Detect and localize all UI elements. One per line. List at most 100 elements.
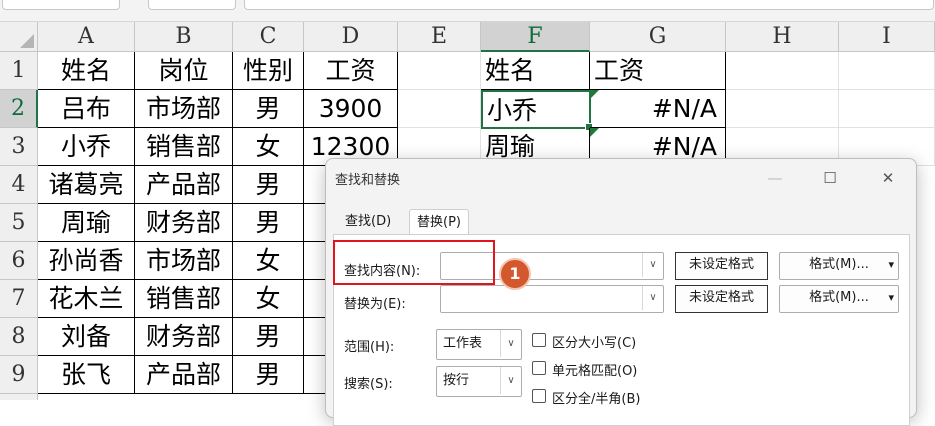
- row-header-1[interactable]: 1: [0, 52, 38, 90]
- cell-a2[interactable]: 吕布: [38, 90, 135, 128]
- cell-d1[interactable]: 工资: [304, 52, 398, 90]
- cell-c2[interactable]: 男: [233, 90, 304, 128]
- find-no-format-button[interactable]: 未设定格式: [675, 252, 768, 280]
- cell-h1[interactable]: [726, 52, 839, 90]
- column-header-b[interactable]: B: [135, 22, 233, 52]
- cell-c5[interactable]: 男: [233, 204, 304, 242]
- cell-a3[interactable]: 小乔: [38, 128, 135, 166]
- row-header-2[interactable]: 2: [0, 90, 38, 128]
- match-cell-label: 单元格匹配(O): [552, 364, 638, 379]
- chevron-down-icon[interactable]: ∨: [500, 330, 521, 357]
- row-header-8[interactable]: 8: [0, 318, 38, 356]
- formula-bar-strip: [0, 0, 935, 22]
- scope-value: 工作表: [443, 336, 483, 351]
- cell-c6[interactable]: 女: [233, 242, 304, 280]
- cell-b8[interactable]: 财务部: [135, 318, 233, 356]
- tab-replace[interactable]: 替换(P): [409, 209, 469, 236]
- tab-find[interactable]: 查找(D): [338, 209, 398, 235]
- cell-c3[interactable]: 女: [233, 128, 304, 166]
- cell-g3-text: #N/A: [651, 132, 717, 161]
- replace-format-button[interactable]: 格式(M)... ▾: [779, 285, 899, 313]
- replace-label: 替换为(E):: [344, 297, 406, 312]
- row-header-4[interactable]: 4: [0, 166, 38, 204]
- cell-a5[interactable]: 周瑜: [38, 204, 135, 242]
- cell-b1[interactable]: 岗位: [135, 52, 233, 90]
- cell-b6[interactable]: 市场部: [135, 242, 233, 280]
- cell-g2-text: #N/A: [651, 94, 717, 123]
- close-icon[interactable]: ✕: [873, 163, 903, 193]
- cell-e1[interactable]: [398, 52, 481, 90]
- name-box[interactable]: [2, 0, 120, 10]
- cell-f2-active[interactable]: 小乔: [481, 90, 593, 131]
- row-header-3[interactable]: 3: [0, 128, 38, 166]
- match-case-checkbox[interactable]: [532, 333, 546, 347]
- chevron-down-icon[interactable]: ∨: [642, 286, 663, 310]
- cell-i2[interactable]: [839, 90, 935, 128]
- cell-b5[interactable]: 财务部: [135, 204, 233, 242]
- error-indicator-icon[interactable]: [590, 90, 599, 99]
- select-all-corner[interactable]: [0, 22, 38, 52]
- cell-a6[interactable]: 孙尚香: [38, 242, 135, 280]
- find-replace-dialog: 查找和替换 — ☐ ✕ 查找(D) 替换(P) 查找内容(N): ∨ 未设定格式…: [325, 158, 917, 426]
- formula-input[interactable]: [244, 0, 934, 10]
- cell-f1[interactable]: 姓名: [481, 52, 590, 90]
- row-header-10[interactable]: [0, 394, 38, 400]
- cell-a7[interactable]: 花木兰: [38, 280, 135, 318]
- row-header-7[interactable]: 7: [0, 280, 38, 318]
- cell-c7[interactable]: 女: [233, 280, 304, 318]
- formula-controls[interactable]: [148, 0, 236, 10]
- replace-format-label: 格式(M)...: [809, 290, 869, 305]
- step-badge: 1: [499, 258, 531, 290]
- column-header-f[interactable]: F: [481, 22, 590, 52]
- chevron-down-icon: ▾: [888, 258, 894, 271]
- cell-a8[interactable]: 刘备: [38, 318, 135, 356]
- column-header-a[interactable]: A: [38, 22, 135, 52]
- chevron-down-icon[interactable]: ∨: [642, 253, 663, 277]
- cell-b7[interactable]: 销售部: [135, 280, 233, 318]
- replace-no-format-button[interactable]: 未设定格式: [675, 285, 768, 313]
- cell-c1[interactable]: 性别: [233, 52, 304, 90]
- cell-b9[interactable]: 产品部: [135, 356, 233, 394]
- cell-b3[interactable]: 销售部: [135, 128, 233, 166]
- cell-d2[interactable]: 3900: [304, 90, 398, 128]
- column-header-g[interactable]: G: [590, 22, 726, 52]
- minimize-icon[interactable]: —: [760, 163, 790, 193]
- search-label: 搜索(S):: [344, 377, 393, 392]
- cell-a9[interactable]: 张飞: [38, 356, 135, 394]
- column-header-e[interactable]: E: [398, 22, 481, 52]
- scope-label: 范围(H):: [344, 340, 395, 355]
- cell-g2[interactable]: #N/A: [590, 90, 726, 128]
- cell-c8[interactable]: 男: [233, 318, 304, 356]
- error-indicator-icon[interactable]: [590, 128, 599, 137]
- row-header-6[interactable]: 6: [0, 242, 38, 280]
- scope-select[interactable]: 工作表 ∨: [436, 329, 522, 360]
- cell-h2[interactable]: [726, 90, 839, 128]
- search-select[interactable]: 按行 ∨: [436, 366, 522, 397]
- find-format-button[interactable]: 格式(M)... ▾: [779, 252, 899, 280]
- match-cell-checkbox[interactable]: [532, 361, 546, 375]
- chevron-down-icon[interactable]: ∨: [500, 367, 521, 394]
- maximize-icon[interactable]: ☐: [815, 163, 845, 193]
- replace-input[interactable]: ∨: [440, 285, 664, 313]
- column-header-i[interactable]: I: [839, 22, 935, 52]
- row-header-9[interactable]: 9: [0, 356, 38, 394]
- cell-c9[interactable]: 男: [233, 356, 304, 394]
- cell-c4[interactable]: 男: [233, 166, 304, 204]
- cell-b4[interactable]: 产品部: [135, 166, 233, 204]
- column-header-c[interactable]: C: [233, 22, 304, 52]
- match-case-label: 区分大小写(C): [552, 336, 637, 351]
- highlight-box: [333, 240, 495, 285]
- match-width-label: 区分全/半角(B): [552, 392, 641, 407]
- cell-e2[interactable]: [398, 90, 481, 128]
- cell-a4[interactable]: 诸葛亮: [38, 166, 135, 204]
- column-header-d[interactable]: D: [304, 22, 398, 52]
- cell-i1[interactable]: [839, 52, 935, 90]
- match-width-checkbox[interactable]: [532, 389, 546, 403]
- column-header-h[interactable]: H: [726, 22, 839, 52]
- row-header-5[interactable]: 5: [0, 204, 38, 242]
- chevron-down-icon: ▾: [888, 291, 894, 304]
- cell-b2[interactable]: 市场部: [135, 90, 233, 128]
- find-format-label: 格式(M)...: [809, 257, 869, 272]
- cell-g1[interactable]: 工资: [590, 52, 726, 90]
- cell-a1[interactable]: 姓名: [38, 52, 135, 90]
